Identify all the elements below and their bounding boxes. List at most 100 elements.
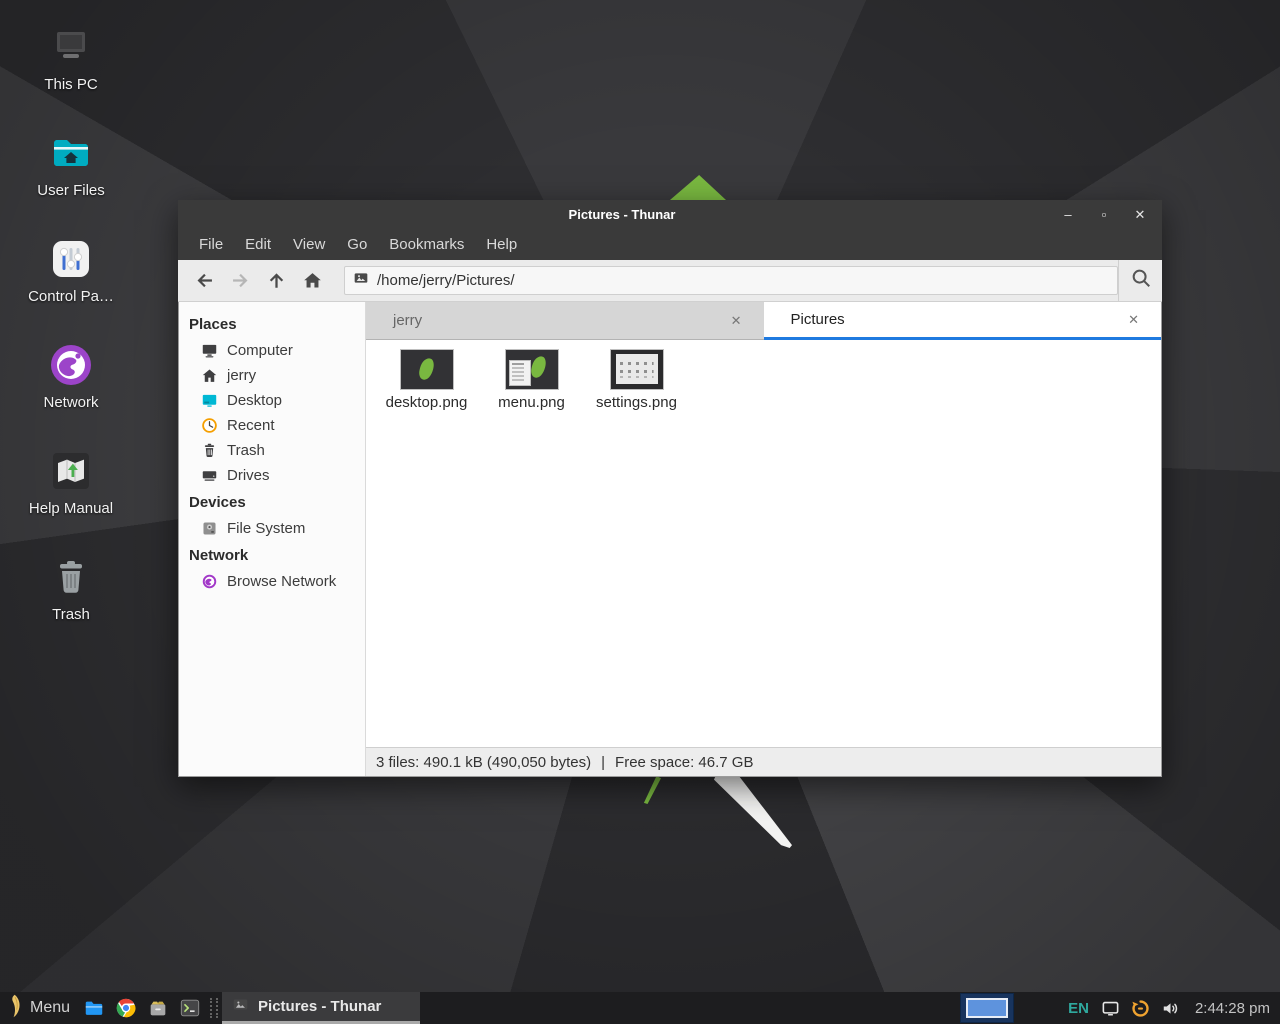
- menu-panel: [509, 360, 531, 386]
- launcher-file-manager[interactable]: [78, 992, 110, 1024]
- desktop-thumbnail: [401, 350, 453, 389]
- file-menu-png[interactable]: menu.png: [483, 350, 580, 411]
- clock[interactable]: 2:44:28 pm: [1195, 1000, 1270, 1017]
- menubar: FileEditViewGoBookmarksHelp: [178, 229, 1162, 260]
- tray-volume[interactable]: [1159, 996, 1183, 1020]
- menu-view[interactable]: View: [282, 232, 336, 257]
- back-button[interactable]: [186, 266, 222, 296]
- keyboard-layout-indicator[interactable]: EN: [1068, 1000, 1089, 1017]
- free-space: Free space: 46.7 GB: [615, 754, 753, 771]
- tab-close-button[interactable]: ✕: [727, 311, 746, 331]
- tray-display[interactable]: [1099, 996, 1123, 1020]
- network-globe-icon: [48, 342, 94, 388]
- menu-label: Menu: [30, 999, 70, 1017]
- app-menu-button[interactable]: Menu: [0, 992, 78, 1024]
- control-panel-icon: [48, 236, 94, 282]
- forward-button: [222, 266, 258, 296]
- desktop-icon-this-pc[interactable]: This PC: [16, 24, 126, 93]
- desktop-icon-control-pa-[interactable]: Control Pa…: [16, 236, 126, 305]
- desktop-icon-label: Network: [43, 394, 98, 411]
- sidebar-item-browse-network[interactable]: Browse Network: [179, 569, 365, 594]
- desktop-icon-label: Control Pa…: [28, 288, 114, 305]
- desktop-icon-label: Trash: [52, 606, 90, 623]
- up-button[interactable]: [258, 266, 294, 296]
- sidebar-item-label: File System: [227, 520, 305, 537]
- display-tray-icon: [1101, 999, 1120, 1018]
- path-bar[interactable]: /home/jerry/Pictures/: [344, 266, 1118, 295]
- sidebar-item-recent[interactable]: Recent: [179, 413, 365, 438]
- desktop-display-icon: [201, 392, 218, 409]
- feather-blob: [417, 357, 435, 381]
- sidebar-item-computer[interactable]: Computer: [179, 338, 365, 363]
- feather-blob: [529, 355, 547, 379]
- sidebar-header-devices: Devices: [179, 488, 365, 516]
- file-settings-png[interactable]: settings.png: [588, 350, 685, 411]
- volume-icon: [1161, 999, 1180, 1018]
- toolbar: /home/jerry/Pictures/: [178, 260, 1162, 302]
- desktop: This PC User Files Control Pa… Network Help …: [0, 0, 1280, 1024]
- sidebar-item-trash[interactable]: Trash: [179, 438, 365, 463]
- image-file-icon: [232, 996, 249, 1018]
- launcher-chrome[interactable]: [110, 992, 142, 1024]
- close-button[interactable]: ✕: [1132, 207, 1148, 223]
- search-button[interactable]: [1118, 260, 1162, 302]
- taskbar-window-label: Pictures - Thunar: [258, 998, 381, 1015]
- tray-icon-list: [1099, 996, 1189, 1020]
- file-name: settings.png: [596, 394, 677, 411]
- desktop-icon-label: User Files: [37, 182, 105, 199]
- drives-icon: [201, 467, 218, 484]
- desktop-icon-help-manual[interactable]: Help Manual: [16, 448, 126, 517]
- tab-jerry[interactable]: jerry✕: [366, 302, 764, 339]
- sidebar-item-drives[interactable]: Drives: [179, 463, 365, 488]
- file-name: menu.png: [498, 394, 565, 411]
- workspace-1[interactable]: [966, 998, 1008, 1018]
- lite-feather-icon: [8, 994, 23, 1023]
- sidebar-item-label: Browse Network: [227, 573, 336, 590]
- arrow-left-icon: [194, 270, 215, 291]
- desktop-icon-trash[interactable]: Trash: [16, 554, 126, 623]
- tab-label: jerry: [393, 312, 727, 329]
- browse-network-icon: [201, 573, 218, 590]
- taskbar-left: Menu Pictures - Thunar: [0, 992, 420, 1024]
- trash-small-icon: [201, 442, 218, 459]
- fm-blue-icon: [83, 997, 105, 1019]
- launcher-archive-manager[interactable]: [142, 992, 174, 1024]
- tab-pictures[interactable]: Pictures✕: [764, 302, 1162, 340]
- launcher-terminal[interactable]: [174, 992, 206, 1024]
- menu-bookmarks[interactable]: Bookmarks: [378, 232, 475, 257]
- sidebar-item-label: Recent: [227, 417, 275, 434]
- menu-file[interactable]: File: [188, 232, 234, 257]
- help-manual-icon: [48, 448, 94, 494]
- maximize-button[interactable]: ▫: [1096, 207, 1112, 223]
- sidebar-item-desktop[interactable]: Desktop: [179, 388, 365, 413]
- search-icon: [1130, 267, 1152, 294]
- thunar-window: Pictures - Thunar –▫✕ FileEditViewGoBook…: [178, 200, 1162, 777]
- menu-edit[interactable]: Edit: [234, 232, 282, 257]
- desktop-icon-list: This PC User Files Control Pa… Network Help …: [16, 24, 126, 623]
- desktop-icon-label: Help Manual: [29, 500, 113, 517]
- arrow-up-icon: [266, 270, 287, 291]
- recent-clock-icon: [201, 417, 218, 434]
- files-area[interactable]: desktop.png menu.png settings.png: [366, 340, 1161, 747]
- menu-help[interactable]: Help: [475, 232, 528, 257]
- desktop-icon-network[interactable]: Network: [16, 342, 126, 411]
- tab-close-button[interactable]: ✕: [1124, 310, 1143, 330]
- file-desktop-png[interactable]: desktop.png: [378, 350, 475, 411]
- tab-label: Pictures: [791, 311, 1125, 328]
- home-small-icon: [201, 367, 218, 384]
- taskbar-window-button[interactable]: Pictures - Thunar: [222, 992, 420, 1024]
- sidebar-item-jerry[interactable]: jerry: [179, 363, 365, 388]
- desktop-icon-user-files[interactable]: User Files: [16, 130, 126, 199]
- tray-updates[interactable]: [1129, 996, 1153, 1020]
- window-titlebar[interactable]: Pictures - Thunar –▫✕: [178, 200, 1162, 229]
- sidebar-item-label: Trash: [227, 442, 265, 459]
- tab-bar: jerry✕Pictures✕: [366, 302, 1161, 340]
- sidebar-item-file-system[interactable]: File System: [179, 516, 365, 541]
- home-button[interactable]: [294, 266, 330, 296]
- workspace-switcher[interactable]: [960, 993, 1014, 1023]
- minimize-button[interactable]: –: [1060, 207, 1076, 223]
- file-name: desktop.png: [386, 394, 468, 411]
- menu-go[interactable]: Go: [336, 232, 378, 257]
- panel-grip[interactable]: [210, 998, 218, 1018]
- sidebar-item-label: Drives: [227, 467, 270, 484]
